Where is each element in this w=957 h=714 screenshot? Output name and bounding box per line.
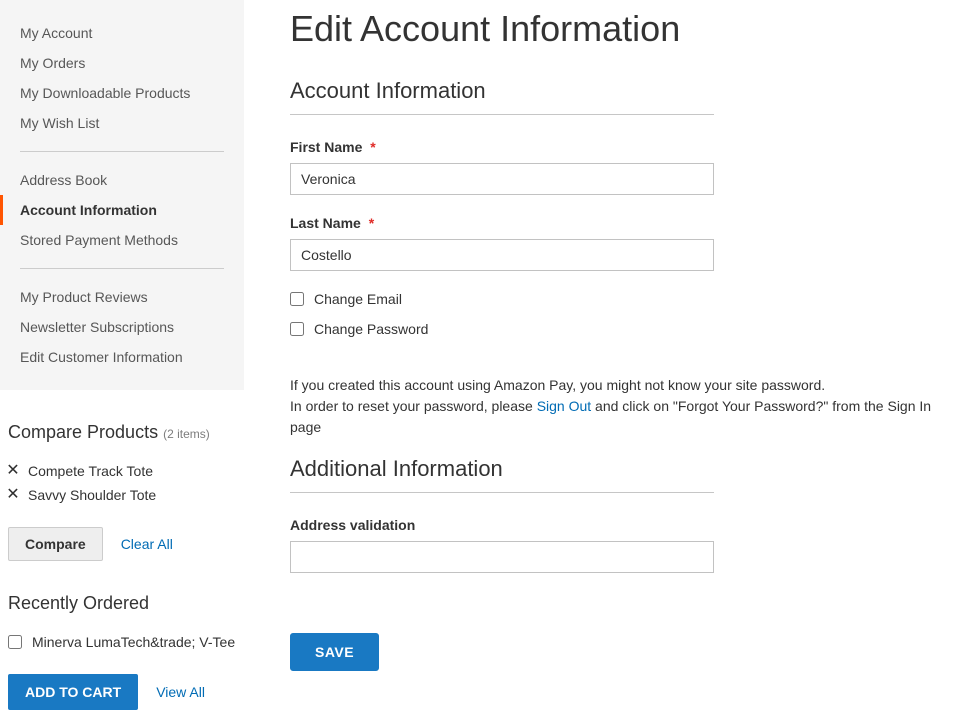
recent-item-checkbox[interactable] (8, 635, 22, 649)
first-name-label-text: First Name (290, 139, 362, 155)
required-marker: * (370, 139, 375, 155)
remove-icon[interactable]: ✕ (8, 490, 18, 500)
compare-item: ✕ Compete Track Tote (8, 459, 236, 483)
compare-list: ✕ Compete Track Tote ✕ Savvy Shoulder To… (8, 459, 236, 507)
nav-address-book[interactable]: Address Book (0, 165, 244, 195)
nav-my-orders[interactable]: My Orders (0, 48, 244, 78)
compare-products-block: Compare Products (2 items) ✕ Compete Tra… (0, 422, 244, 561)
change-email-checkbox[interactable] (290, 292, 304, 306)
form-actions: SAVE (290, 633, 957, 671)
nav-divider (20, 151, 224, 152)
change-password-label[interactable]: Change Password (314, 321, 428, 337)
first-name-input[interactable] (290, 163, 714, 195)
recent-item-name[interactable]: Minerva LumaTech&trade; V-Tee (32, 634, 235, 650)
first-name-field: First Name * (290, 139, 957, 195)
account-nav: My Account My Orders My Downloadable Pro… (0, 0, 244, 390)
change-password-checkbox[interactable] (290, 322, 304, 336)
nav-account-information[interactable]: Account Information (0, 195, 244, 225)
compare-title: Compare Products (2 items) (8, 422, 236, 443)
nav-my-account[interactable]: My Account (0, 18, 244, 48)
last-name-label-text: Last Name (290, 215, 361, 231)
amazon-pay-info: If you created this account using Amazon… (290, 375, 957, 438)
address-validation-input[interactable] (290, 541, 714, 573)
compare-actions: Compare Clear All (8, 527, 236, 561)
compare-title-text: Compare Products (8, 422, 158, 442)
nav-stored-payment[interactable]: Stored Payment Methods (0, 225, 244, 255)
remove-icon[interactable]: ✕ (8, 466, 18, 476)
recent-actions: ADD TO CART View All (8, 674, 236, 710)
nav-divider (20, 268, 224, 269)
change-password-field: Change Password (290, 321, 957, 337)
compare-item: ✕ Savvy Shoulder Tote (8, 483, 236, 507)
required-marker: * (369, 215, 374, 231)
nav-newsletter[interactable]: Newsletter Subscriptions (0, 312, 244, 342)
recent-item: Minerva LumaTech&trade; V-Tee (8, 630, 236, 654)
last-name-field: Last Name * (290, 215, 957, 271)
address-validation-field: Address validation (290, 517, 957, 573)
additional-info-fieldset: Additional Information Address validatio… (290, 456, 957, 593)
info-line-1: If you created this account using Amazon… (290, 377, 825, 393)
info-line-2a: In order to reset your password, please (290, 398, 537, 414)
view-all-link[interactable]: View All (156, 684, 205, 700)
nav-product-reviews[interactable]: My Product Reviews (0, 282, 244, 312)
recently-ordered-block: Recently Ordered Minerva LumaTech&trade;… (0, 593, 244, 710)
change-email-field: Change Email (290, 291, 957, 307)
add-to-cart-button[interactable]: ADD TO CART (8, 674, 138, 710)
page-title: Edit Account Information (290, 8, 957, 50)
clear-all-link[interactable]: Clear All (121, 536, 173, 552)
sidebar: My Account My Orders My Downloadable Pro… (0, 0, 244, 710)
address-validation-label: Address validation (290, 517, 957, 533)
first-name-label: First Name * (290, 139, 957, 155)
nav-wish-list[interactable]: My Wish List (0, 108, 244, 138)
additional-info-legend: Additional Information (290, 456, 714, 493)
sign-out-link[interactable]: Sign Out (537, 398, 591, 414)
nav-edit-customer-info[interactable]: Edit Customer Information (0, 342, 244, 372)
save-button[interactable]: SAVE (290, 633, 379, 671)
last-name-label: Last Name * (290, 215, 957, 231)
compare-button[interactable]: Compare (8, 527, 103, 561)
recent-title: Recently Ordered (8, 593, 236, 614)
nav-downloadable-products[interactable]: My Downloadable Products (0, 78, 244, 108)
last-name-input[interactable] (290, 239, 714, 271)
main-content: Edit Account Information Account Informa… (244, 0, 957, 710)
change-email-label[interactable]: Change Email (314, 291, 402, 307)
account-info-fieldset: Account Information First Name * Last Na… (290, 78, 957, 351)
compare-count: (2 items) (163, 427, 210, 441)
compare-item-name[interactable]: Compete Track Tote (28, 463, 153, 479)
compare-item-name[interactable]: Savvy Shoulder Tote (28, 487, 156, 503)
account-info-legend: Account Information (290, 78, 714, 115)
